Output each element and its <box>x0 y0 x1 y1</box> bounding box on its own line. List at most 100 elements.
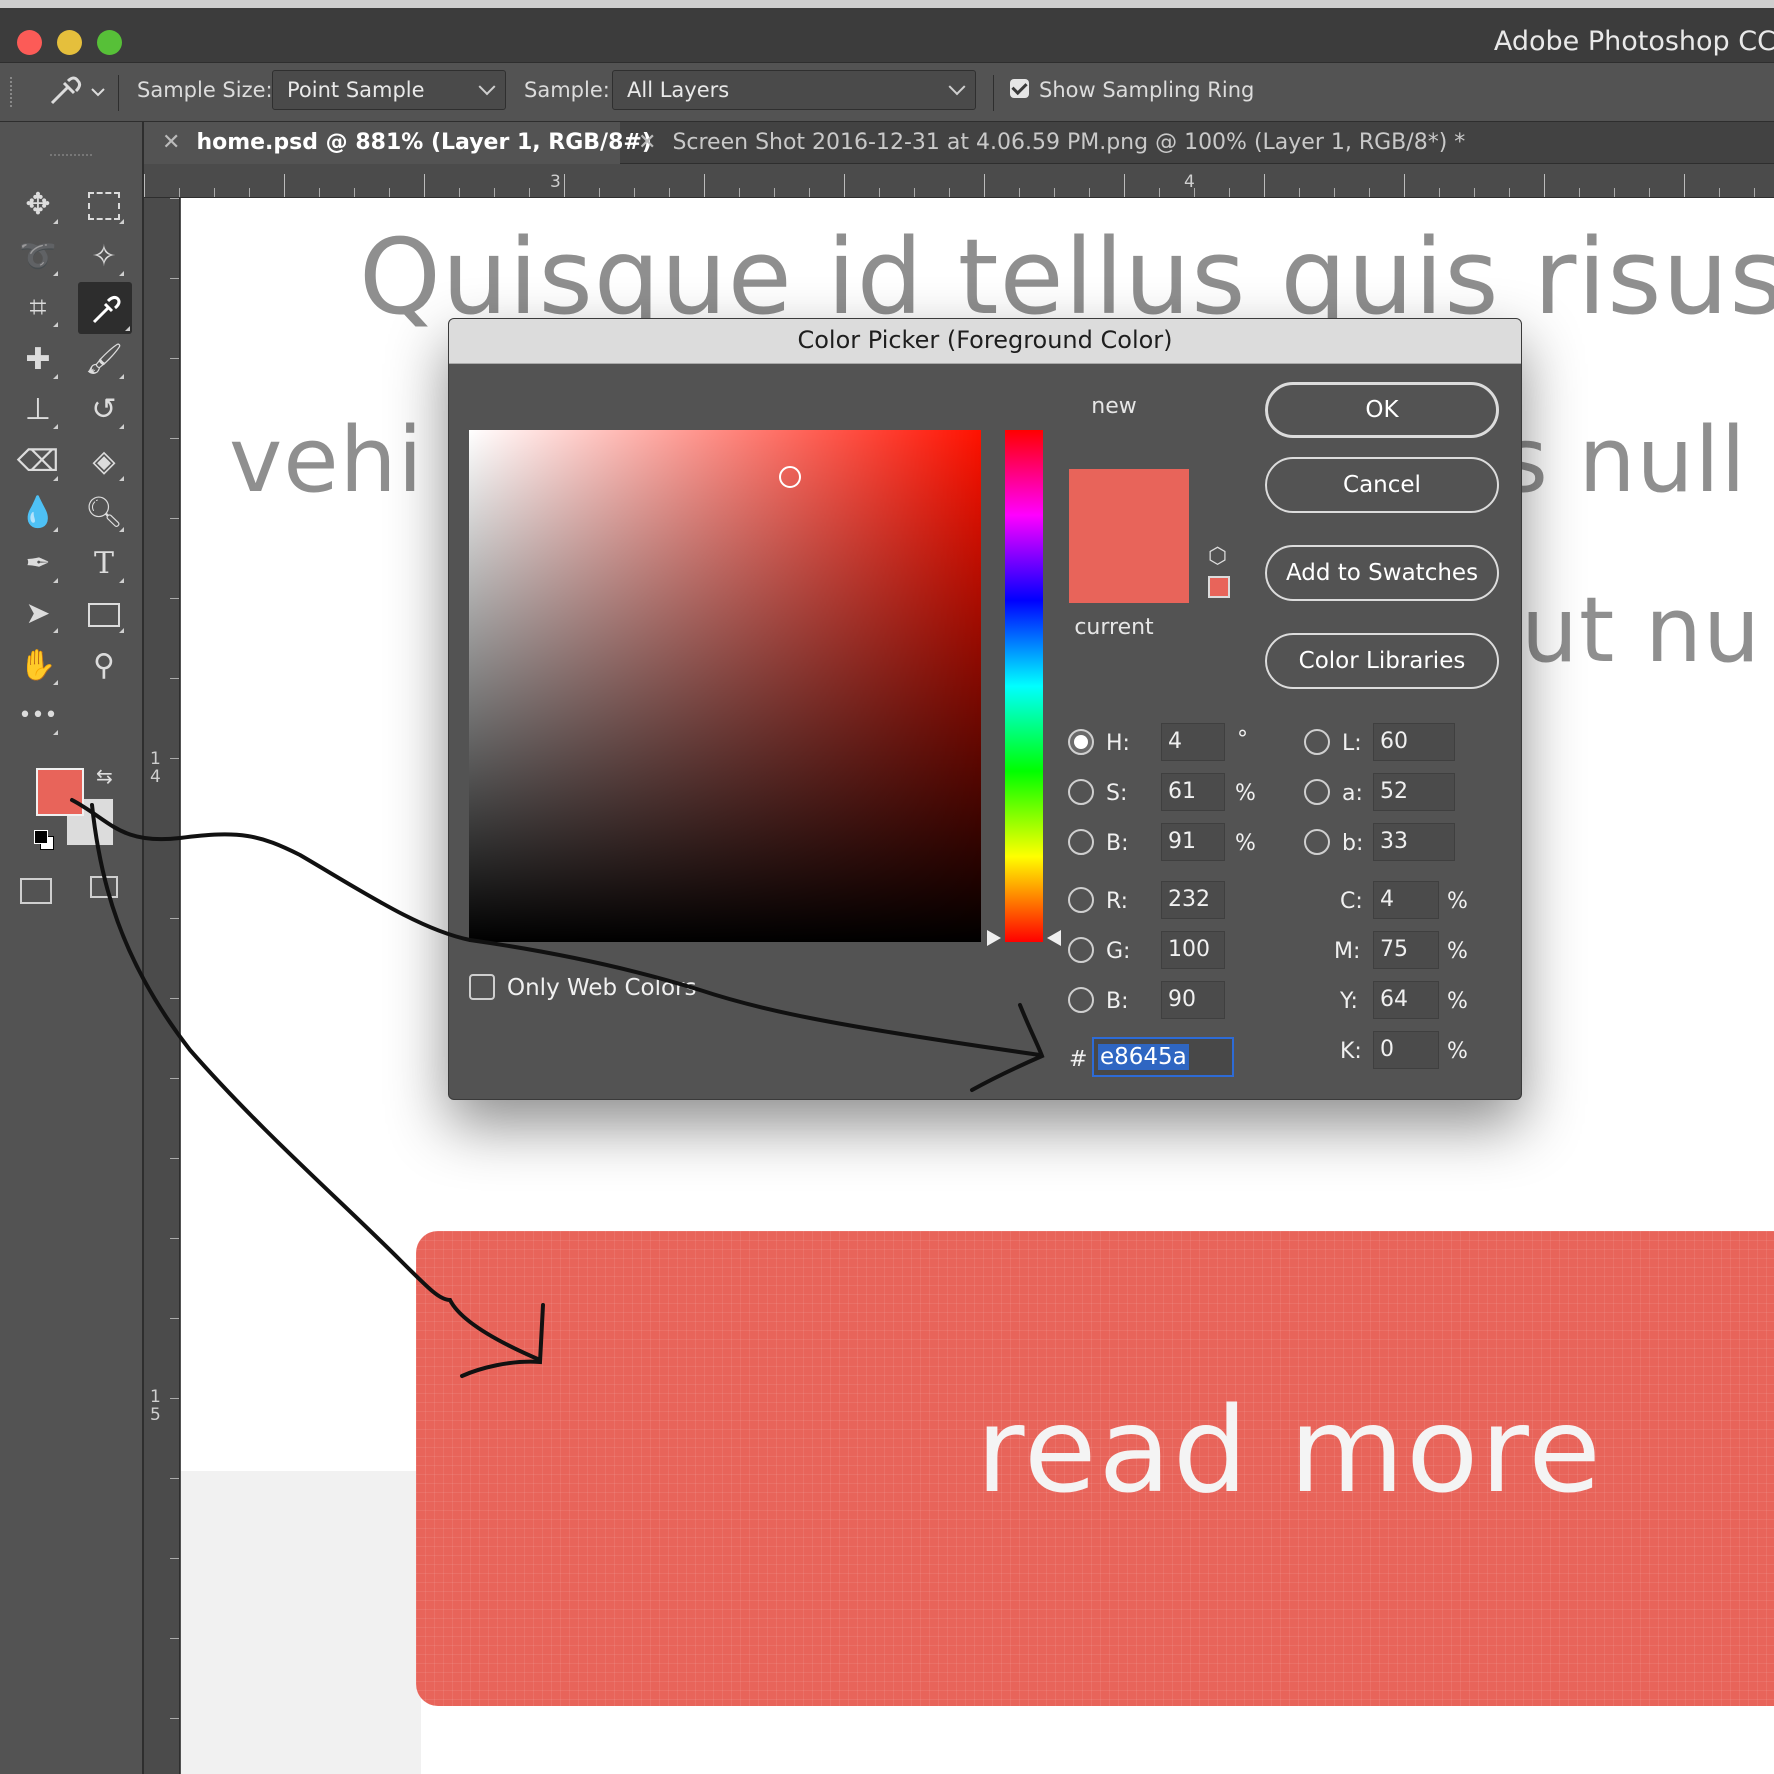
paint-bucket-icon[interactable]: ◈ <box>82 440 126 484</box>
hex-input[interactable]: e8645a <box>1092 1037 1234 1077</box>
default-colors-icon[interactable] <box>34 830 54 850</box>
canvas-text-line3-right: ut nu <box>1521 578 1762 683</box>
close-tab-icon[interactable]: ✕ <box>162 130 180 155</box>
green-radio[interactable] <box>1068 937 1094 963</box>
only-web-colors-label[interactable]: Only Web Colors <box>507 975 696 1001</box>
brightness-radio[interactable] <box>1068 829 1094 855</box>
rectangular-marquee-icon[interactable] <box>82 183 126 227</box>
hue-slider-left-handle-icon[interactable] <box>987 930 1001 946</box>
tab-screenshot-png[interactable]: ✕ Screen Shot 2016-12-31 at 4.06.59 PM.pn… <box>638 122 1465 164</box>
brightness-field[interactable]: 91 <box>1161 823 1225 861</box>
yellow-field[interactable]: 64 <box>1373 981 1439 1019</box>
a-channel-radio[interactable] <box>1304 779 1330 805</box>
eyedropper-tool-icon[interactable] <box>78 282 132 334</box>
more-tools-icon[interactable]: ••• <box>16 694 60 738</box>
history-brush-icon[interactable]: ↺ <box>82 388 126 432</box>
close-window-button[interactable] <box>17 30 42 55</box>
saturation-field[interactable]: 61 <box>1161 773 1225 811</box>
ok-button[interactable]: OK <box>1265 382 1499 438</box>
cancel-button[interactable]: Cancel <box>1265 457 1499 513</box>
pen-icon[interactable]: ✒ <box>16 542 60 586</box>
magic-wand-icon[interactable]: ✧ <box>82 235 126 279</box>
red-radio[interactable] <box>1068 887 1094 913</box>
brightness-unit: % <box>1235 831 1256 856</box>
clone-stamp-icon[interactable]: ⊥ <box>16 388 60 432</box>
current-color-swatch[interactable] <box>1069 535 1189 603</box>
minimize-window-button[interactable] <box>57 30 82 55</box>
cyan-field[interactable]: 4 <box>1373 881 1439 919</box>
blur-icon[interactable]: 💧 <box>16 491 60 535</box>
lightness-radio[interactable] <box>1304 729 1330 755</box>
show-sampling-ring-label[interactable]: Show Sampling Ring <box>1039 78 1254 102</box>
canvas-text-line2-right: s null <box>1501 408 1747 513</box>
panel-grip <box>50 154 92 162</box>
sample-size-dropdown[interactable]: Point Sample <box>272 70 506 110</box>
hue-field[interactable]: 4 <box>1161 723 1225 761</box>
path-selection-icon[interactable]: ➤ <box>16 592 60 636</box>
tab-label: home.psd @ 881% (Layer 1, RGB/8#) <box>196 130 652 155</box>
close-tab-icon[interactable]: ✕ <box>638 130 656 155</box>
canvas-text-line2-left: vehi <box>229 408 424 513</box>
swap-colors-icon[interactable]: ⇆ <box>96 764 113 788</box>
ruler-label: 4 <box>1184 172 1195 192</box>
lightness-field[interactable]: 60 <box>1373 723 1455 761</box>
red-field[interactable]: 232 <box>1161 881 1225 919</box>
lasso-icon[interactable]: ➰ <box>16 235 60 279</box>
healing-brush-icon[interactable]: ✚ <box>16 338 60 382</box>
tool-preset-picker[interactable] <box>40 71 110 111</box>
tab-home-psd[interactable]: ✕ home.psd @ 881% (Layer 1, RGB/8#) <box>144 122 652 164</box>
hand-tool-icon[interactable]: ✋ <box>16 644 60 688</box>
crop-icon[interactable]: ⌗ <box>16 286 60 330</box>
sample-size-label: Sample Size: <box>137 78 273 102</box>
rectangle-tool-icon[interactable] <box>82 592 126 636</box>
color-libraries-button[interactable]: Color Libraries <box>1265 633 1499 689</box>
saturation-unit: % <box>1235 781 1256 806</box>
add-to-swatches-button[interactable]: Add to Swatches <box>1265 545 1499 601</box>
zoom-window-button[interactable] <box>97 30 122 55</box>
color-selection-ring[interactable] <box>779 466 801 488</box>
new-color-swatch <box>1069 469 1189 535</box>
websafe-cube-icon[interactable]: ⬡ <box>1208 544 1227 569</box>
screen-mode-icon[interactable] <box>90 876 118 898</box>
zoom-tool-icon[interactable]: ⚲ <box>82 644 126 688</box>
b-channel-radio[interactable] <box>1304 829 1330 855</box>
saturation-brightness-field[interactable] <box>469 430 981 942</box>
saturation-radio[interactable] <box>1068 779 1094 805</box>
options-grip[interactable] <box>10 77 18 107</box>
magenta-unit: % <box>1447 939 1468 964</box>
move-tool-icon[interactable]: ✥ <box>16 183 60 227</box>
cyan-unit: % <box>1447 889 1468 914</box>
hue-slider[interactable] <box>1005 430 1043 942</box>
blue-radio[interactable] <box>1068 987 1094 1013</box>
green-field[interactable]: 100 <box>1161 931 1225 969</box>
dialog-title: Color Picker (Foreground Color) <box>797 326 1173 354</box>
show-sampling-ring-checkbox[interactable] <box>1010 79 1029 98</box>
blue-field[interactable]: 90 <box>1161 981 1225 1019</box>
b-channel-field[interactable]: 33 <box>1373 823 1455 861</box>
sample-size-value: Point Sample <box>287 78 425 102</box>
green-label: G: <box>1106 939 1131 964</box>
black-label: K: <box>1340 1039 1362 1064</box>
hue-slider-right-handle-icon[interactable] <box>1047 930 1061 946</box>
dodge-icon[interactable]: 🔍︎ <box>82 491 126 535</box>
a-channel-field[interactable]: 52 <box>1373 773 1455 811</box>
brush-icon[interactable]: 🖌 <box>82 338 126 382</box>
canvas-grey-band <box>181 1471 421 1774</box>
hue-radio[interactable] <box>1068 729 1094 755</box>
yellow-unit: % <box>1447 989 1468 1014</box>
color-picker-dialog: Color Picker (Foreground Color) new curr… <box>448 318 1522 1100</box>
eraser-icon[interactable]: ⌫ <box>16 440 60 484</box>
magenta-field[interactable]: 75 <box>1373 931 1439 969</box>
only-web-colors-checkbox[interactable] <box>469 974 495 1000</box>
websafe-color-chip[interactable] <box>1208 576 1230 598</box>
dialog-title-bar[interactable]: Color Picker (Foreground Color) <box>449 319 1521 364</box>
foreground-color-swatch[interactable] <box>36 768 84 816</box>
divider <box>993 75 994 111</box>
sample-dropdown[interactable]: All Layers <box>612 70 976 110</box>
type-tool-icon[interactable]: T <box>82 542 126 586</box>
black-field[interactable]: 0 <box>1373 1031 1439 1069</box>
quick-mask-icon[interactable] <box>20 878 52 904</box>
sample-label: Sample: <box>524 78 610 102</box>
tab-label: Screen Shot 2016-12-31 at 4.06.59 PM.png… <box>672 130 1466 155</box>
ruler-label: 1 5 <box>150 1387 161 1425</box>
